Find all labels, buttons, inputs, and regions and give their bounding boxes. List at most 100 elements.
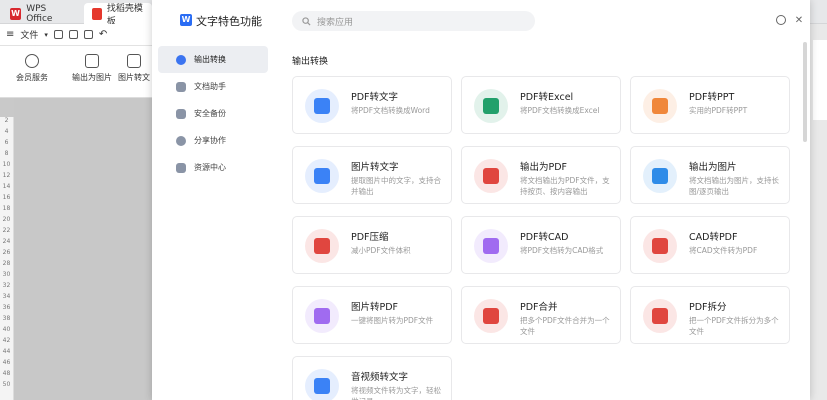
- sidebar-item-label: 安全备份: [194, 109, 226, 118]
- feature-card[interactable]: PDF转PPT 实用的PDF转PPT: [630, 76, 790, 134]
- template-logo-icon: [92, 7, 102, 20]
- search-icon: [302, 16, 311, 26]
- sidebar-item-label: 资源中心: [194, 163, 226, 172]
- print-icon[interactable]: [83, 30, 93, 39]
- vip-icon: [25, 54, 39, 68]
- wps-writer-icon: W: [180, 14, 192, 26]
- feature-name: 输出为图片: [689, 162, 737, 173]
- sidebar-item-output-convert[interactable]: 输出转换: [158, 46, 268, 73]
- sidebar-item-doc-assistant[interactable]: 文档助手: [158, 73, 268, 100]
- feedback-button[interactable]: [774, 13, 788, 27]
- dialog-sidebar: 输出转换 文档助手 安全备份 分享协作 资源中心: [158, 46, 268, 181]
- pdf-split-icon: [643, 299, 677, 333]
- tab-template[interactable]: 找稻壳模板: [84, 3, 152, 27]
- file-menu[interactable]: 文件: [20, 28, 38, 41]
- member-service-button[interactable]: 会员服务: [16, 54, 48, 83]
- sidebar-item-share[interactable]: 分享协作: [158, 127, 268, 154]
- image-icon: [85, 54, 99, 68]
- share-icon: [176, 135, 186, 146]
- vertical-ruler: 2 4 6 8 10 12 14 16 18 20 22 24 26 28 30 32 34 36 38 40 42 44…: [0, 117, 14, 400]
- feature-name: PDF拆分: [689, 302, 727, 313]
- pdf-to-cad-icon: [474, 229, 508, 263]
- feature-dialog: W 文字特色功能 搜索应用 ✕ 输出转换 文档助手 安全备份 分享协作 资源中心…: [152, 0, 810, 400]
- feature-name: CAD转PDF: [689, 232, 738, 243]
- feature-desc: 将文档输出为PDF文件，支持按页、按内容输出: [520, 176, 610, 196]
- feature-card[interactable]: PDF转CAD 将PDF文档转为CAD格式: [461, 216, 621, 274]
- feature-name: 图片转PDF: [351, 302, 399, 313]
- document-icon: [176, 81, 186, 92]
- feature-card[interactable]: PDF合并把多个PDF文件合并为一个文件: [461, 286, 621, 344]
- export-icon[interactable]: [68, 30, 78, 39]
- ribbon-label: 会员服务: [16, 73, 48, 82]
- feature-card[interactable]: PDF压缩减小PDF文件体积: [292, 216, 452, 274]
- feature-card[interactable]: CAD转PDF 将CAD文件转为PDF: [630, 216, 790, 274]
- chevron-down-icon: ▾: [44, 30, 48, 39]
- feature-card[interactable]: 图片转PDF 一键将图片转为PDF文件: [292, 286, 452, 344]
- tab-wps-office[interactable]: W WPS Office: [2, 3, 80, 24]
- search-placeholder: 搜索应用: [317, 17, 354, 28]
- sidebar-item-resources[interactable]: 资源中心: [158, 154, 268, 181]
- feature-desc: 一键将图片转为PDF文件: [351, 316, 434, 325]
- feature-desc: 将CAD文件转为PDF: [689, 246, 758, 255]
- menu-icon[interactable]: ≡: [6, 29, 14, 40]
- image-to-text-icon: [305, 159, 339, 193]
- sidebar-item-label: 输出转换: [194, 55, 226, 64]
- ribbon-label: 图片转文: [118, 73, 150, 82]
- sidebar-item-security-backup[interactable]: 安全备份: [158, 100, 268, 127]
- feature-name: PDF转PPT: [689, 92, 735, 103]
- feature-name: 音视频转文字: [351, 372, 409, 383]
- chat-icon: [776, 15, 786, 25]
- close-button[interactable]: ✕: [792, 13, 806, 27]
- ribbon-label: 输出为图片: [72, 73, 112, 82]
- save-icon[interactable]: [53, 30, 63, 39]
- section-title: 输出转换: [292, 57, 329, 67]
- feature-desc: 把多个PDF文件合并为一个文件: [520, 316, 610, 336]
- feature-card[interactable]: PDF拆分把一个PDF文件拆分为多个文件: [630, 286, 790, 344]
- feature-card[interactable]: 图片转文字 提取图片中的文字，支持合并输出: [292, 146, 452, 204]
- feature-card[interactable]: 音视频转文字将视频文件转为文字，轻松做记录: [292, 356, 452, 400]
- convert-icon: [176, 54, 186, 65]
- pdf-to-excel-icon: [474, 89, 508, 123]
- feature-card[interactable]: PDF转Excel 将PDF文档转换成Excel: [461, 76, 621, 134]
- feature-card[interactable]: 输出为PDF 将文档输出为PDF文件，支持按页、按内容输出: [461, 146, 621, 204]
- sidebar-item-label: 分享协作: [194, 136, 226, 145]
- feature-desc: 把一个PDF文件拆分为多个文件: [689, 316, 779, 336]
- feature-desc: 减小PDF文件体积: [351, 246, 411, 255]
- export-pdf-icon: [474, 159, 508, 193]
- feature-name: PDF转Excel: [520, 92, 574, 103]
- scrollbar[interactable]: [803, 42, 807, 142]
- export-image-button[interactable]: 输出为图片: [72, 54, 112, 83]
- feature-name: PDF合并: [520, 302, 558, 313]
- feature-name: PDF转文字: [351, 92, 399, 103]
- feature-desc: 将PDF文档转换成Excel: [520, 106, 600, 115]
- dialog-title: 文字特色功能: [196, 15, 262, 28]
- cad-to-pdf-icon: [643, 229, 677, 263]
- pdf-merge-icon: [474, 299, 508, 333]
- image-text-icon: [127, 54, 141, 68]
- wps-logo-icon: W: [10, 7, 22, 20]
- feature-card[interactable]: 输出为图片 将文档输出为图片，支持长图/逐页输出: [630, 146, 790, 204]
- pdf-to-ppt-icon: [643, 89, 677, 123]
- quick-toolbar: ≡ 文件 ▾ ↶: [0, 24, 152, 46]
- sidebar-item-label: 文档助手: [194, 82, 226, 91]
- search-input[interactable]: 搜索应用: [292, 11, 535, 31]
- dialog-header: W 文字特色功能 搜索应用 ✕: [152, 0, 810, 40]
- feature-name: 输出为PDF: [520, 162, 568, 173]
- feature-name: PDF压缩: [351, 232, 389, 243]
- feature-desc: 实用的PDF转PPT: [689, 106, 748, 115]
- feature-desc: 将PDF文档转换成Word: [351, 106, 430, 115]
- undo-icon[interactable]: ↶: [99, 29, 107, 40]
- pdf-to-word-icon: [305, 89, 339, 123]
- feature-name: 图片转文字: [351, 162, 399, 173]
- feature-content: 输出转换 PDF转文字将PDF文档转换成Word PDF转Excel 将PDF文档转…: [292, 40, 802, 400]
- tab-label: 找稻壳模板: [106, 3, 143, 27]
- feature-desc: 将视频文件转为文字，轻松做记录: [351, 386, 441, 400]
- image-to-text-button[interactable]: 图片转文: [118, 54, 150, 83]
- feature-card[interactable]: PDF转文字将PDF文档转换成Word: [292, 76, 452, 134]
- shield-icon: [176, 108, 186, 119]
- box-icon: [176, 162, 186, 173]
- feature-desc: 将PDF文档转为CAD格式: [520, 246, 604, 255]
- pdf-compress-icon: [305, 229, 339, 263]
- image-to-pdf-icon: [305, 299, 339, 333]
- document-area: [14, 98, 152, 400]
